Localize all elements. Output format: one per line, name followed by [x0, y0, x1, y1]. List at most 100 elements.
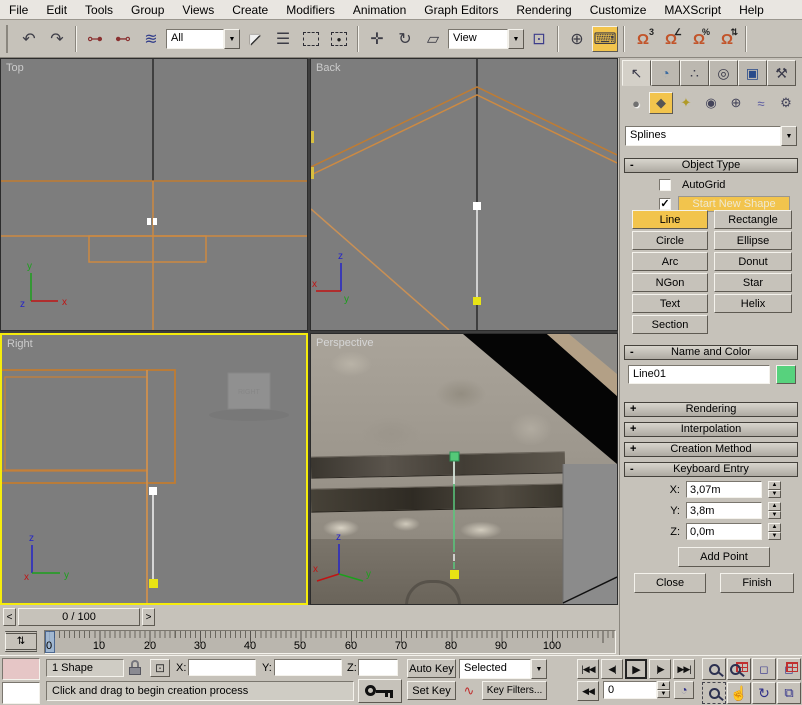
viewport-top-label[interactable]: Top — [6, 62, 24, 74]
min-max-toggle-icon[interactable]: ⧉ — [777, 682, 801, 704]
ngon-button[interactable]: NGon — [632, 273, 708, 292]
zoom-region-icon[interactable] — [702, 682, 726, 704]
object-color-swatch[interactable] — [776, 365, 796, 384]
menu-customize[interactable]: Customize — [581, 1, 656, 19]
keyboard-override-toggle-icon[interactable]: ⌨ — [592, 26, 618, 52]
category-helpers-icon[interactable]: ⊕ — [724, 92, 748, 114]
set-key-filters-curve-icon[interactable]: ∿ — [459, 681, 479, 700]
category-geometry-icon[interactable]: ● — [624, 92, 648, 114]
viewport-top[interactable]: Top y x z — [0, 58, 308, 331]
select-and-move-icon[interactable]: ✛ — [364, 26, 390, 52]
arc-button[interactable]: Arc — [632, 252, 708, 271]
time-configuration-icon[interactable]: ◔ — [674, 681, 694, 699]
tab-utilities[interactable]: ⚒ — [767, 60, 796, 86]
key-filters-button[interactable]: Key Filters... — [482, 681, 547, 700]
maxscript-mini-listener-pink[interactable] — [2, 658, 40, 680]
zoom-extents-all-icon[interactable]: ◻ — [777, 658, 801, 680]
shape-category-dropdown[interactable]: Splines ▼ — [625, 126, 797, 146]
select-by-name-icon[interactable]: ☰ — [270, 26, 296, 52]
next-frame-button[interactable]: |▶ — [649, 659, 671, 679]
menu-animation[interactable]: Animation — [344, 1, 415, 19]
time-slider-prev-icon[interactable]: < — [3, 608, 16, 626]
back-viewport-canvas[interactable]: z x y — [311, 59, 617, 330]
object-name-field[interactable]: Line01 — [628, 365, 770, 384]
absolute-offset-toggle-icon[interactable]: ⊡ — [150, 659, 170, 677]
right-viewport-canvas[interactable]: RIGHT z x y — [2, 335, 306, 603]
rollout-rendering[interactable]: + Rendering — [624, 402, 798, 417]
snaps-toggle-3d-icon[interactable]: Ω3 — [630, 26, 656, 52]
star-button[interactable]: Star — [714, 273, 792, 292]
current-frame-field[interactable]: 0 — [603, 681, 657, 699]
rollout-object-type[interactable]: - Object Type — [624, 158, 798, 173]
select-and-rotate-icon[interactable]: ↻ — [392, 26, 418, 52]
viewport-back[interactable]: Back z x y — [310, 58, 618, 331]
previous-frame-button[interactable]: ◀| — [601, 659, 623, 679]
menu-rendering[interactable]: Rendering — [507, 1, 580, 19]
selection-set-dropdown[interactable]: Selected ▼ — [459, 659, 547, 679]
autogrid-checkbox[interactable] — [659, 179, 671, 191]
menu-maxscript[interactable]: MAXScript — [655, 1, 730, 19]
ke-x-spinner[interactable]: ▲▼ — [768, 481, 781, 498]
helix-button[interactable]: Helix — [714, 294, 792, 313]
tab-display[interactable]: ▣ — [738, 60, 767, 86]
window-crossing-icon[interactable]: ● — [326, 26, 352, 52]
top-viewport-canvas[interactable]: y x z — [1, 59, 307, 330]
menu-help[interactable]: Help — [730, 1, 773, 19]
viewport-perspective-label[interactable]: Perspective — [316, 337, 373, 349]
viewport-right[interactable]: Right RIGHT z x y — [0, 333, 308, 605]
play-button[interactable]: ▶ — [625, 659, 647, 679]
redo-icon[interactable]: ↷ — [44, 26, 70, 52]
tab-modify[interactable]: ◔ — [651, 60, 680, 86]
use-pivot-center-icon[interactable]: ⊡ — [526, 26, 552, 52]
rollout-interpolation[interactable]: + Interpolation — [624, 422, 798, 437]
menu-file[interactable]: File — [0, 1, 37, 19]
zoom-extents-icon[interactable]: ◻ — [752, 658, 776, 680]
pan-hand-icon[interactable]: ☝ — [727, 682, 751, 704]
text-button[interactable]: Text — [632, 294, 708, 313]
rectangular-selection-region-icon[interactable] — [298, 26, 324, 52]
coord-y-field[interactable] — [274, 659, 342, 676]
category-systems-icon[interactable]: ⚙ — [774, 92, 798, 114]
frame-spinner[interactable]: ▲▼ — [657, 681, 670, 698]
select-and-link-icon[interactable]: ⊶ — [82, 26, 108, 52]
ke-y-field[interactable]: 3,8m — [686, 502, 762, 519]
auto-key-button[interactable]: Auto Key — [407, 659, 456, 678]
line-button[interactable]: Line — [632, 210, 708, 229]
dropdown-arrow-icon[interactable]: ▼ — [508, 29, 524, 49]
add-point-button[interactable]: Add Point — [678, 547, 770, 567]
ke-z-spinner[interactable]: ▲▼ — [768, 523, 781, 540]
menu-edit[interactable]: Edit — [37, 1, 76, 19]
angle-snap-icon[interactable]: Ω∠ — [658, 26, 684, 52]
coord-x-field[interactable] — [188, 659, 256, 676]
dropdown-arrow-icon[interactable]: ▼ — [781, 126, 797, 146]
bind-to-spacewarp-icon[interactable]: ≋ — [138, 26, 164, 52]
category-shapes-icon[interactable]: ◆ — [649, 92, 673, 114]
category-spacewarps-icon[interactable]: ≈ — [749, 92, 773, 114]
go-to-start-button[interactable]: |◀◀ — [577, 659, 599, 679]
section-button[interactable]: Section — [632, 315, 708, 334]
select-object-icon[interactable]: ◤ — [242, 26, 268, 52]
ke-y-spinner[interactable]: ▲▼ — [768, 502, 781, 519]
select-and-scale-icon[interactable]: ▱ — [420, 26, 446, 52]
rollout-keyboard-entry[interactable]: - Keyboard Entry — [624, 462, 798, 477]
rectangle-button[interactable]: Rectangle — [714, 210, 792, 229]
menu-tools[interactable]: Tools — [76, 1, 122, 19]
arc-rotate-icon[interactable]: ↻ — [752, 682, 776, 704]
viewport-right-label[interactable]: Right — [7, 338, 33, 350]
ellipse-button[interactable]: Ellipse — [714, 231, 792, 250]
ke-z-field[interactable]: 0,0m — [686, 523, 762, 540]
menu-views[interactable]: Views — [173, 1, 223, 19]
rollout-creation-method[interactable]: + Creation Method — [624, 442, 798, 457]
key-mode-toggle-button[interactable]: ◀◀ — [577, 681, 599, 701]
ke-x-field[interactable]: 3,07m — [686, 481, 762, 498]
dropdown-arrow-icon[interactable]: ▼ — [531, 659, 547, 679]
zoom-icon[interactable] — [702, 658, 726, 680]
viewport-perspective[interactable]: Perspective z x — [310, 333, 618, 605]
percent-snap-icon[interactable]: Ω% — [686, 26, 712, 52]
go-to-end-button[interactable]: ▶▶| — [673, 659, 695, 679]
tab-hierarchy[interactable]: ∴ — [680, 60, 709, 86]
spinner-snap-icon[interactable]: Ω⇅ — [714, 26, 740, 52]
dropdown-arrow-icon[interactable]: ▼ — [224, 29, 240, 49]
viewport-back-label[interactable]: Back — [316, 62, 340, 74]
donut-button[interactable]: Donut — [714, 252, 792, 271]
